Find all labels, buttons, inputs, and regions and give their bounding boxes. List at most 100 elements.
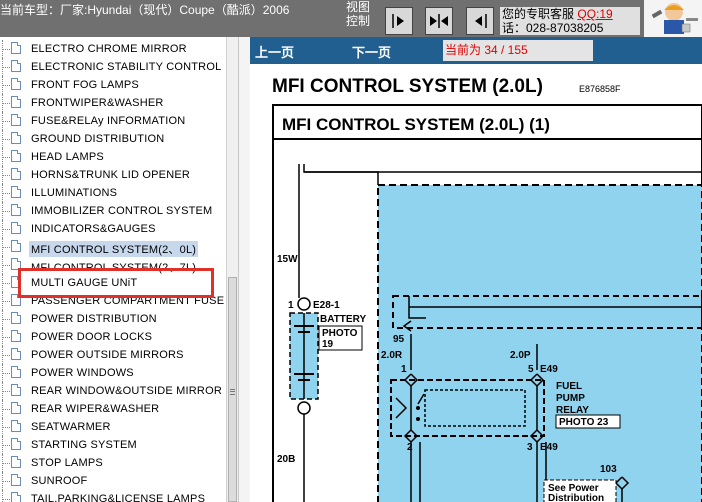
split-arrows-icon: [430, 14, 448, 28]
arrow-left-bar-icon: [475, 14, 487, 28]
document-icon: [11, 168, 21, 180]
tree-connector: [3, 175, 10, 176]
tree-item-label: MULTI GAUGE UNiT: [31, 277, 138, 289]
tree-connector: [3, 121, 10, 122]
svg-text:RELAY: RELAY: [556, 405, 589, 416]
connector-pin: [297, 297, 311, 311]
tree-item[interactable]: MULTI GAUGE UNiT: [0, 274, 226, 292]
tree-item[interactable]: STARTING SYSTEM: [0, 436, 226, 454]
document-icon: [11, 222, 21, 234]
tree-item[interactable]: SUNROOF: [0, 472, 226, 490]
tree-connector: [3, 283, 10, 284]
document-icon: [11, 456, 21, 468]
tree-item-label: SEATWARMER: [31, 421, 111, 433]
tree-item[interactable]: FRONT FOG LAMPS: [0, 76, 226, 94]
tree-item-label: REAR WINDOW&OUTSIDE MIRROR: [31, 385, 222, 397]
tree-item-label: REAR WIPER&WASHER: [31, 403, 160, 415]
collapse-left-button[interactable]: [385, 7, 413, 35]
tree-connector: [3, 265, 10, 266]
document-icon: [11, 114, 21, 126]
tree-item-label: SUNROOF: [31, 475, 88, 487]
page-nav-bar: 上一页 下一页 当前为 34 / 155: [250, 37, 702, 64]
tree-item[interactable]: STOP LAMPS: [0, 454, 226, 472]
svg-text:1: 1: [401, 364, 407, 375]
customer-service-box: 您的专职客服 QQ:19 话：028-87038205: [500, 7, 640, 35]
document-icon: [11, 60, 21, 72]
tree-item-label: ELECTRONIC STABILITY CONTROL: [31, 61, 222, 73]
tree-item[interactable]: HORNS&TRUNK LID OPENER: [0, 166, 226, 184]
tree-connector: [3, 85, 10, 86]
document-icon: [11, 312, 21, 324]
tree-item[interactable]: ILLUMINATIONS: [0, 184, 226, 202]
tree-item[interactable]: POWER WINDOWS: [0, 364, 226, 382]
grip-icon: [230, 389, 235, 395]
tree-connector: [3, 427, 10, 428]
tree-item[interactable]: FRONTWIPER&WASHER: [0, 94, 226, 112]
tree-connector: [3, 445, 10, 446]
connector-e28-label: E28-1: [313, 300, 340, 311]
tree-item[interactable]: ELECTRO CHROME MIRROR: [0, 40, 226, 58]
view-control-label: 视图 控制: [346, 0, 371, 28]
tree-item[interactable]: REAR WIPER&WASHER: [0, 400, 226, 418]
tree-item[interactable]: POWER OUTSIDE MIRRORS: [0, 346, 226, 364]
tree-connector: [3, 355, 10, 356]
tree-item-label: PASSENGER COMPARTMENT FUSE: [31, 295, 225, 307]
tree-item-label: INDICATORS&GAUGES: [31, 223, 156, 235]
split-view-button[interactable]: [425, 7, 453, 35]
tree-connector: [3, 499, 10, 500]
tree-item-label: FUSE&RELAy INFORMATION: [31, 115, 186, 127]
wire-15w-label: 15W: [277, 254, 298, 265]
page-indicator: 当前为 34 / 155: [443, 40, 593, 61]
tree-item-selected[interactable]: MFI CONTROL SYSTEM(2、0L): [0, 238, 226, 257]
panel-splitter[interactable]: [238, 37, 250, 502]
tree-item[interactable]: SEATWARMER: [0, 418, 226, 436]
connector-e49-label: E49: [540, 364, 558, 375]
tree-connector: [3, 229, 10, 230]
tree-item[interactable]: IMMOBILIZER CONTROL SYSTEM: [0, 202, 226, 220]
next-page-link[interactable]: 下一页: [352, 42, 391, 61]
qq-link[interactable]: QQ:19: [577, 7, 612, 21]
tree-item[interactable]: ELECTRONIC STABILITY CONTROL: [0, 58, 226, 76]
wiring-diagram: MFI CONTROL SYSTEM (2.0L) (1) 15W 1 E28-…: [272, 104, 702, 502]
tree-item[interactable]: MFI CONTROL SYSTEM(2、7L): [0, 256, 226, 274]
tree-item[interactable]: FUSE&RELAy INFORMATION: [0, 112, 226, 130]
tree-item-label: POWER OUTSIDE MIRRORS: [31, 349, 184, 361]
tree-item[interactable]: INDICATORS&GAUGES: [0, 220, 226, 238]
document-icon: [11, 330, 21, 342]
tree-connector: [3, 67, 10, 68]
tree-connector: [3, 463, 10, 464]
document-icon: [11, 294, 21, 306]
tree-item[interactable]: POWER DISTRIBUTION: [0, 310, 226, 328]
tree-item[interactable]: REAR WINDOW&OUTSIDE MIRROR: [0, 382, 226, 400]
tree-item-label: HEAD LAMPS: [31, 151, 104, 163]
top-toolbar: 当前车型：厂家:Hyundai（现代）Coupe（酷派）2006 视图 控制 您…: [0, 0, 702, 37]
tree-connector: [3, 481, 10, 482]
svg-text:19: 19: [322, 339, 334, 350]
tree-item[interactable]: TAIL,PARKING&LICENSE LAMPS: [0, 490, 226, 502]
document-icon: [11, 276, 21, 288]
tree-item-label: TAIL,PARKING&LICENSE LAMPS: [31, 493, 206, 502]
tree-scrollbar[interactable]: [226, 37, 238, 502]
document-icon: [11, 492, 21, 502]
tree-connector: [3, 391, 10, 392]
expand-left-button[interactable]: [466, 7, 494, 35]
tree-item-label: IMMOBILIZER CONTROL SYSTEM: [31, 205, 213, 217]
wire-20b-label: 20B: [277, 454, 295, 465]
mascot-icon: [644, 0, 702, 37]
document-icon: [11, 78, 21, 90]
svg-text:2.0P: 2.0P: [510, 350, 531, 361]
tree-scrollbar-thumb[interactable]: [228, 277, 237, 502]
svg-text:2.0R: 2.0R: [381, 350, 403, 361]
document-icon: [11, 240, 21, 252]
tree-item[interactable]: GROUND DISTRIBUTION: [0, 130, 226, 148]
svg-text:103: 103: [600, 464, 617, 475]
tree-connector: [3, 103, 10, 104]
prev-page-link[interactable]: 上一页: [255, 42, 294, 61]
tree-item[interactable]: PASSENGER COMPARTMENT FUSE: [0, 292, 226, 310]
tree-item[interactable]: HEAD LAMPS: [0, 148, 226, 166]
tree-connector: [3, 211, 10, 212]
module-area: [377, 184, 702, 502]
tree-item[interactable]: POWER DOOR LOCKS: [0, 328, 226, 346]
tree-connector: [3, 373, 10, 374]
document-icon: [11, 420, 21, 432]
